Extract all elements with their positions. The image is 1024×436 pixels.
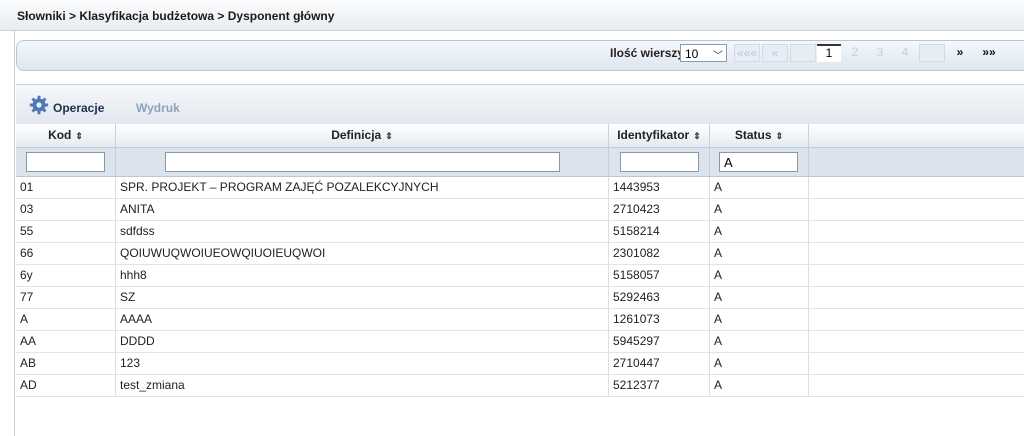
- cell-kod: 03: [16, 199, 116, 220]
- cell-definicja: QOIUWUQWOIUEOWQIUOIEUQWOI: [116, 243, 609, 264]
- table-row[interactable]: 55 sdfdss 5158214 A: [16, 221, 1024, 243]
- cell-status: A: [710, 177, 809, 198]
- grid-body: 01 SPR. PROJEKT – PROGRAM ZAJĘĆ POZALEKCY…: [16, 177, 1024, 397]
- table-row[interactable]: AA DDDD 5945297 A: [16, 331, 1024, 353]
- cell-kod: AD: [16, 375, 116, 396]
- last-page-button[interactable]: »»: [975, 44, 1003, 62]
- kod-filter-input[interactable]: [26, 152, 105, 172]
- column-label: Status: [734, 128, 772, 142]
- cell-kod: A: [16, 309, 116, 330]
- sort-icon: ⇕: [385, 131, 393, 141]
- page-3-button[interactable]: 3: [868, 44, 892, 62]
- table-row[interactable]: AB 123 2710447 A: [16, 353, 1024, 375]
- chevron-down-icon: ﹀: [713, 51, 723, 62]
- cell-identyfikator: 5158214: [609, 221, 710, 242]
- column-label: Identyfikator: [617, 128, 690, 142]
- table-row[interactable]: 77 SZ 5292463 A: [16, 287, 1024, 309]
- cell-status: A: [710, 199, 809, 220]
- cell-status: A: [710, 309, 809, 330]
- toolbar: Operacje Wydruk: [16, 84, 1024, 126]
- cell-identyfikator: 2710423: [609, 199, 710, 220]
- sort-icon: ⇕: [693, 131, 701, 141]
- column-header-definicja[interactable]: Definicja ⇕: [116, 124, 609, 147]
- table-row[interactable]: 01 SPR. PROJEKT – PROGRAM ZAJĘĆ POZALEKCY…: [16, 177, 1024, 199]
- cell-status: A: [710, 221, 809, 242]
- sort-icon: ⇕: [775, 131, 784, 141]
- cell-status: A: [710, 243, 809, 264]
- first-page-button[interactable]: «««: [734, 44, 760, 62]
- cell-identyfikator: 5158057: [609, 265, 710, 286]
- cell-status: A: [710, 265, 809, 286]
- cell-identyfikator: 5945297: [609, 331, 710, 352]
- cell-status: A: [710, 331, 809, 352]
- cell-identyfikator: 5292463: [609, 287, 710, 308]
- identyfikator-filter-input[interactable]: [620, 152, 699, 172]
- cell-definicja: sdfdss: [116, 221, 609, 242]
- cell-kod: 6y: [16, 265, 116, 286]
- cell-definicja: AAAA: [116, 309, 609, 330]
- gear-icon: [29, 95, 49, 115]
- cell-kod: 55: [16, 221, 116, 242]
- cell-identyfikator: 5212377: [609, 375, 710, 396]
- grid-header: Kod ⇕ Definicja ⇕ Identyfikator ⇕ Status ⇕: [16, 124, 1024, 148]
- operations-button[interactable]: Operacje: [53, 101, 104, 115]
- cell-definicja: DDDD: [116, 331, 609, 352]
- cell-identyfikator: 1261073: [609, 309, 710, 330]
- filter-cell: [16, 148, 116, 176]
- table-row[interactable]: 66 QOIUWUQWOIUEOWQIUOIEUQWOI 2301082 A: [16, 243, 1024, 265]
- cell-kod: AA: [16, 331, 116, 352]
- prev-page-button[interactable]: «: [762, 44, 788, 62]
- sort-icon: ⇕: [75, 131, 83, 141]
- cell-identyfikator: 2301082: [609, 243, 710, 264]
- cell-definicja: 123: [116, 353, 609, 374]
- rows-per-page-select[interactable]: 10 ﹀: [680, 44, 727, 62]
- cell-status: A: [710, 287, 809, 308]
- pager-spacer: [790, 44, 816, 62]
- cell-identyfikator: 1443953: [609, 177, 710, 198]
- breadcrumb: Słowniki > Klasyfikacja budżetowa > Dysp…: [17, 9, 335, 23]
- print-button[interactable]: Wydruk: [136, 101, 180, 115]
- cell-definicja: hhh8: [116, 265, 609, 286]
- table-row[interactable]: 6y hhh8 5158057 A: [16, 265, 1024, 287]
- filter-cell: [116, 148, 609, 176]
- frame-border: [14, 30, 15, 436]
- table-row[interactable]: AD test_zmiana 5212377 A: [16, 375, 1024, 397]
- definicja-filter-input[interactable]: [165, 152, 560, 172]
- filter-row: [16, 148, 1024, 177]
- column-header-kod[interactable]: Kod ⇕: [16, 124, 116, 147]
- cell-kod: 01: [16, 177, 116, 198]
- pager-spacer-2: [919, 44, 945, 62]
- cell-kod: 66: [16, 243, 116, 264]
- filter-cell: [710, 148, 809, 176]
- page-1-button[interactable]: 1: [817, 44, 841, 62]
- table-row[interactable]: A AAAA 1261073 A: [16, 309, 1024, 331]
- rows-per-page-value: 10: [685, 47, 699, 61]
- data-grid: Kod⇕ Definicja⇕ Identyfikator⇕ Status⇕ 0…: [16, 124, 1024, 397]
- cell-identyfikator: 2710447: [609, 353, 710, 374]
- cell-definicja: test_zmiana: [116, 375, 609, 396]
- cell-definicja: SPR. PROJEKT – PROGRAM ZAJĘĆ POZALEKCYJN…: [116, 177, 609, 198]
- table-row[interactable]: 03 ANITA 2710423 A: [16, 199, 1024, 221]
- cell-kod: 77: [16, 287, 116, 308]
- cell-kod: AB: [16, 353, 116, 374]
- next-page-button[interactable]: »: [947, 44, 973, 62]
- column-label: Kod: [48, 128, 72, 142]
- cell-status: A: [710, 375, 809, 396]
- rows-per-page-label: Ilość wierszy: [610, 46, 685, 60]
- status-filter-input[interactable]: [719, 152, 798, 172]
- cell-definicja: ANITA: [116, 199, 609, 220]
- page-2-button[interactable]: 2: [843, 44, 867, 62]
- cell-status: A: [710, 353, 809, 374]
- cell-definicja: SZ: [116, 287, 609, 308]
- page-4-button[interactable]: 4: [893, 44, 917, 62]
- column-header-identyfikator[interactable]: Identyfikator ⇕: [609, 124, 710, 147]
- filter-cell: [609, 148, 710, 176]
- column-header-status[interactable]: Status ⇕: [710, 124, 809, 147]
- column-label: Definicja: [331, 128, 382, 142]
- breadcrumb-bar: Słowniki > Klasyfikacja budżetowa > Dysp…: [0, 0, 1024, 31]
